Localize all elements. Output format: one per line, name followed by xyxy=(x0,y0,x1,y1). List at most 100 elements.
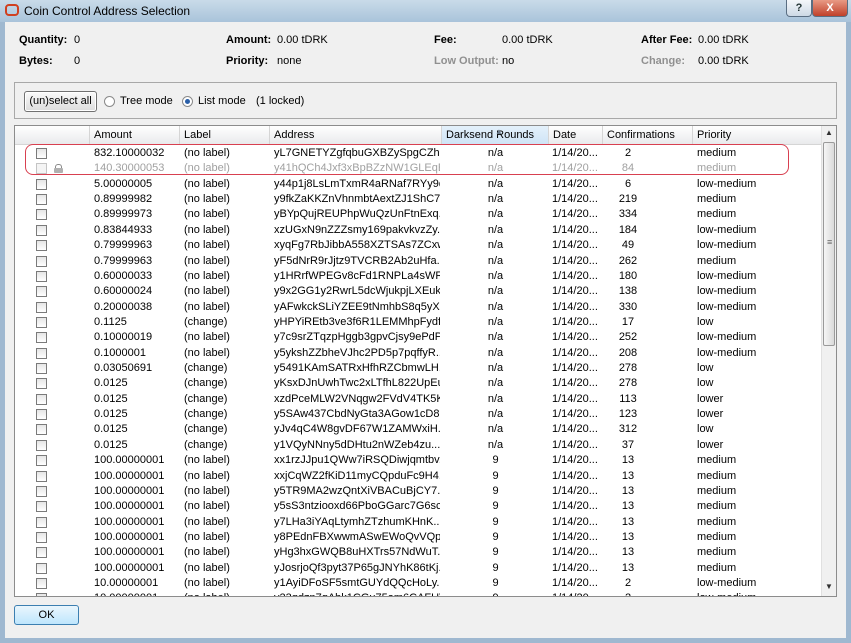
ok-button[interactable]: OK xyxy=(14,605,79,625)
row-checkbox[interactable] xyxy=(36,270,47,282)
table-row[interactable]: 100.00000001 (no label) y5TR9MA2wzQntXiVBA… xyxy=(15,484,821,499)
row-checkbox[interactable] xyxy=(36,470,47,482)
list-mode-label[interactable]: List mode xyxy=(198,95,246,107)
column-header-darksend-rounds[interactable]: ▲ Darksend Rounds xyxy=(442,126,549,144)
confirmations-cell: 13 xyxy=(621,561,635,574)
column-header-address[interactable]: Address xyxy=(270,126,442,144)
row-checkbox[interactable] xyxy=(36,409,47,421)
row-checkbox[interactable] xyxy=(36,378,47,390)
row-checkbox[interactable] xyxy=(36,178,47,190)
row-checkbox[interactable] xyxy=(36,240,47,252)
table-row[interactable]: 100.00000001 (no label) yHg3hxGWQB8uHXTrs5… xyxy=(15,545,821,560)
table-row[interactable]: 0.0125 (change) y1VQyNNny5dDHtu2nWZeb4zu..… xyxy=(15,438,821,453)
table-row[interactable]: 0.0125 (change) yKsxDJnUwhTwc2xLTfhL822UpE… xyxy=(15,376,821,391)
address-cell: y1HRrfWPEGv8cFd1RNPLa4sWR... xyxy=(274,269,440,282)
priority-stat: Priority: none xyxy=(226,55,302,67)
priority-cell: low-medium xyxy=(697,223,757,236)
column-header-label[interactable]: Label xyxy=(180,126,270,144)
row-checkbox[interactable] xyxy=(36,424,47,436)
darksend-rounds-cell: n/a xyxy=(487,254,504,267)
darksend-rounds-cell: n/a xyxy=(487,300,504,313)
vertical-scrollbar[interactable]: ▲ ≡ ▼ xyxy=(821,126,836,596)
address-cell: xxjCqWZ2fKiD11myCQpduFc9H4... xyxy=(274,469,440,482)
table-row[interactable]: 0.0125 (change) xzdPceMLW2VNqgw2FVdV4TK5K.… xyxy=(15,392,821,407)
row-checkbox[interactable] xyxy=(36,363,47,375)
date-cell: 1/14/20... xyxy=(552,500,598,513)
address-cell: yHg3hxGWQB8uHXTrs57NdWuT... xyxy=(274,546,440,559)
help-button[interactable]: ? xyxy=(786,0,812,17)
confirmations-cell: 2 xyxy=(624,147,632,159)
tree-mode-radio[interactable] xyxy=(104,96,115,107)
row-checkbox[interactable] xyxy=(36,455,47,467)
darksend-rounds-cell: n/a xyxy=(487,438,504,451)
tree-mode-label[interactable]: Tree mode xyxy=(120,95,173,107)
row-checkbox[interactable] xyxy=(36,255,47,267)
table-row[interactable]: 100.00000001 (no label) xx1rzJJpu1QWw7iRSQ… xyxy=(15,453,821,468)
priority-cell: medium xyxy=(697,193,737,206)
table-row[interactable]: 100.00000001 (no label) y8PEdnFBXwwmASwEWo… xyxy=(15,530,821,545)
column-header-date[interactable]: Date xyxy=(549,126,603,144)
table-row[interactable]: 0.60000033 (no label) y1HRrfWPEGv8cFd1RNPL… xyxy=(15,269,821,284)
table-row[interactable]: 100.00000001 (no label) y5sS3ntziooxd66Pbo… xyxy=(15,499,821,514)
row-checkbox[interactable] xyxy=(36,439,47,451)
table-row[interactable]: 10.00000001 (no label) y23qdzn7gAbk1CGu75a… xyxy=(15,591,821,596)
darksend-rounds-cell: 9 xyxy=(492,561,499,574)
table-row[interactable]: 10.00000001 (no label) y1AyiDFoSF5smtGUYdQ… xyxy=(15,576,821,591)
table-row[interactable]: 100.00000001 (no label) xxjCqWZ2fKiD11myCQ… xyxy=(15,469,821,484)
row-checkbox[interactable] xyxy=(36,332,47,344)
priority-cell: medium xyxy=(697,469,737,482)
table-row[interactable]: 0.0125 (change) yJv4qC4W8gvDF67W1ZAMWxiH..… xyxy=(15,422,821,437)
table-row[interactable]: 0.0125 (change) y5SAw437CbdNyGta3AGow1cD8.… xyxy=(15,407,821,422)
darksend-rounds-cell: 9 xyxy=(492,515,499,528)
select-all-button[interactable]: (un)select all xyxy=(24,91,97,112)
row-checkbox[interactable] xyxy=(36,224,47,236)
priority-cell: medium xyxy=(697,147,737,159)
row-checkbox[interactable] xyxy=(36,347,47,359)
close-button[interactable]: X xyxy=(812,0,848,17)
row-checkbox[interactable] xyxy=(36,532,47,543)
row-checkbox[interactable] xyxy=(36,316,47,328)
scroll-up-icon[interactable]: ▲ xyxy=(825,128,833,137)
column-header-confirmations[interactable]: Confirmations xyxy=(603,126,693,144)
row-checkbox[interactable] xyxy=(36,593,47,596)
table-row[interactable]: 100.00000001 (no label) yJosrjoQf3pyt37P65… xyxy=(15,561,821,576)
list-mode-radio[interactable] xyxy=(182,96,193,107)
row-checkbox[interactable] xyxy=(36,301,47,313)
scroll-down-icon[interactable]: ▼ xyxy=(825,582,833,591)
row-checkbox[interactable] xyxy=(36,578,47,590)
row-checkbox[interactable] xyxy=(36,562,47,574)
row-checkbox[interactable] xyxy=(36,547,47,559)
scrollbar-thumb[interactable]: ≡ xyxy=(823,142,835,346)
row-checkbox[interactable] xyxy=(36,286,47,298)
table-row[interactable]: 0.03050691 (change) y5491KAmSATRxHfhRZCbmw… xyxy=(15,361,821,376)
table-row[interactable]: 0.89999973 (no label) yBYpQujREUPhpWuQzUnF… xyxy=(15,207,821,222)
table-row[interactable]: 0.79999963 (no label) yF5dNrR9rJjtz9TVCRB2… xyxy=(15,254,821,269)
table-row[interactable]: 0.79999963 (no label) xyqFg7RbJibbA558XZTS… xyxy=(15,238,821,253)
row-checkbox[interactable] xyxy=(36,516,47,528)
table-row[interactable]: 0.89999982 (no label) y9fkZaKKZnVhnmbtAext… xyxy=(15,192,821,207)
column-header-select[interactable] xyxy=(15,126,90,144)
table-row[interactable]: 832.10000032 (no label) yL7GNETYZgfqbuGXBZ… xyxy=(15,146,821,161)
row-checkbox[interactable] xyxy=(36,485,47,497)
amount-cell: 0.20000038 xyxy=(94,300,153,313)
table-row[interactable]: 0.1000001 (no label) y5ykshZZbheVJhc2PD5p7… xyxy=(15,346,821,361)
row-checkbox[interactable] xyxy=(36,194,47,206)
table-row[interactable]: 0.20000038 (no label) yAFwkckSLiYZEE9tNmhb… xyxy=(15,300,821,315)
row-checkbox[interactable] xyxy=(36,209,47,221)
priority-cell: low-medium xyxy=(697,592,819,596)
column-header-priority[interactable]: Priority xyxy=(693,126,821,144)
column-header-amount[interactable]: Amount xyxy=(90,126,180,144)
table-row[interactable]: 0.10000019 (no label) y7c9srZTqzpHggb3gpvC… xyxy=(15,330,821,345)
table-row[interactable]: 140.30000053 (no label) y41hQCh4Jxf3xBpBZz… xyxy=(15,161,821,176)
address-cell: xzdPceMLW2VNqgw2FVdV4TK5K... xyxy=(274,392,440,405)
row-checkbox[interactable] xyxy=(36,393,47,405)
table-row[interactable]: 0.60000024 (no label) y9x2GG1y2RwrL5dcWjuk… xyxy=(15,284,821,299)
row-checkbox[interactable] xyxy=(36,148,47,159)
table-row[interactable]: 100.00000001 (no label) y7LHa3iYAqLtymhZTz… xyxy=(15,515,821,530)
row-checkbox[interactable] xyxy=(36,501,47,513)
table-row[interactable]: 5.00000005 (no label) y44p1j8LsLmTxmR4aRNa… xyxy=(15,177,821,192)
grip-icon: ≡ xyxy=(827,237,833,247)
amount-cell: 0.79999963 xyxy=(94,239,153,252)
table-row[interactable]: 0.83844933 (no label) xzUGxN9nZZZsmy169pak… xyxy=(15,223,821,238)
table-row[interactable]: 0.1125 (change) yHPYiREtb3ve3f6R1LEMMhpFyd… xyxy=(15,315,821,330)
